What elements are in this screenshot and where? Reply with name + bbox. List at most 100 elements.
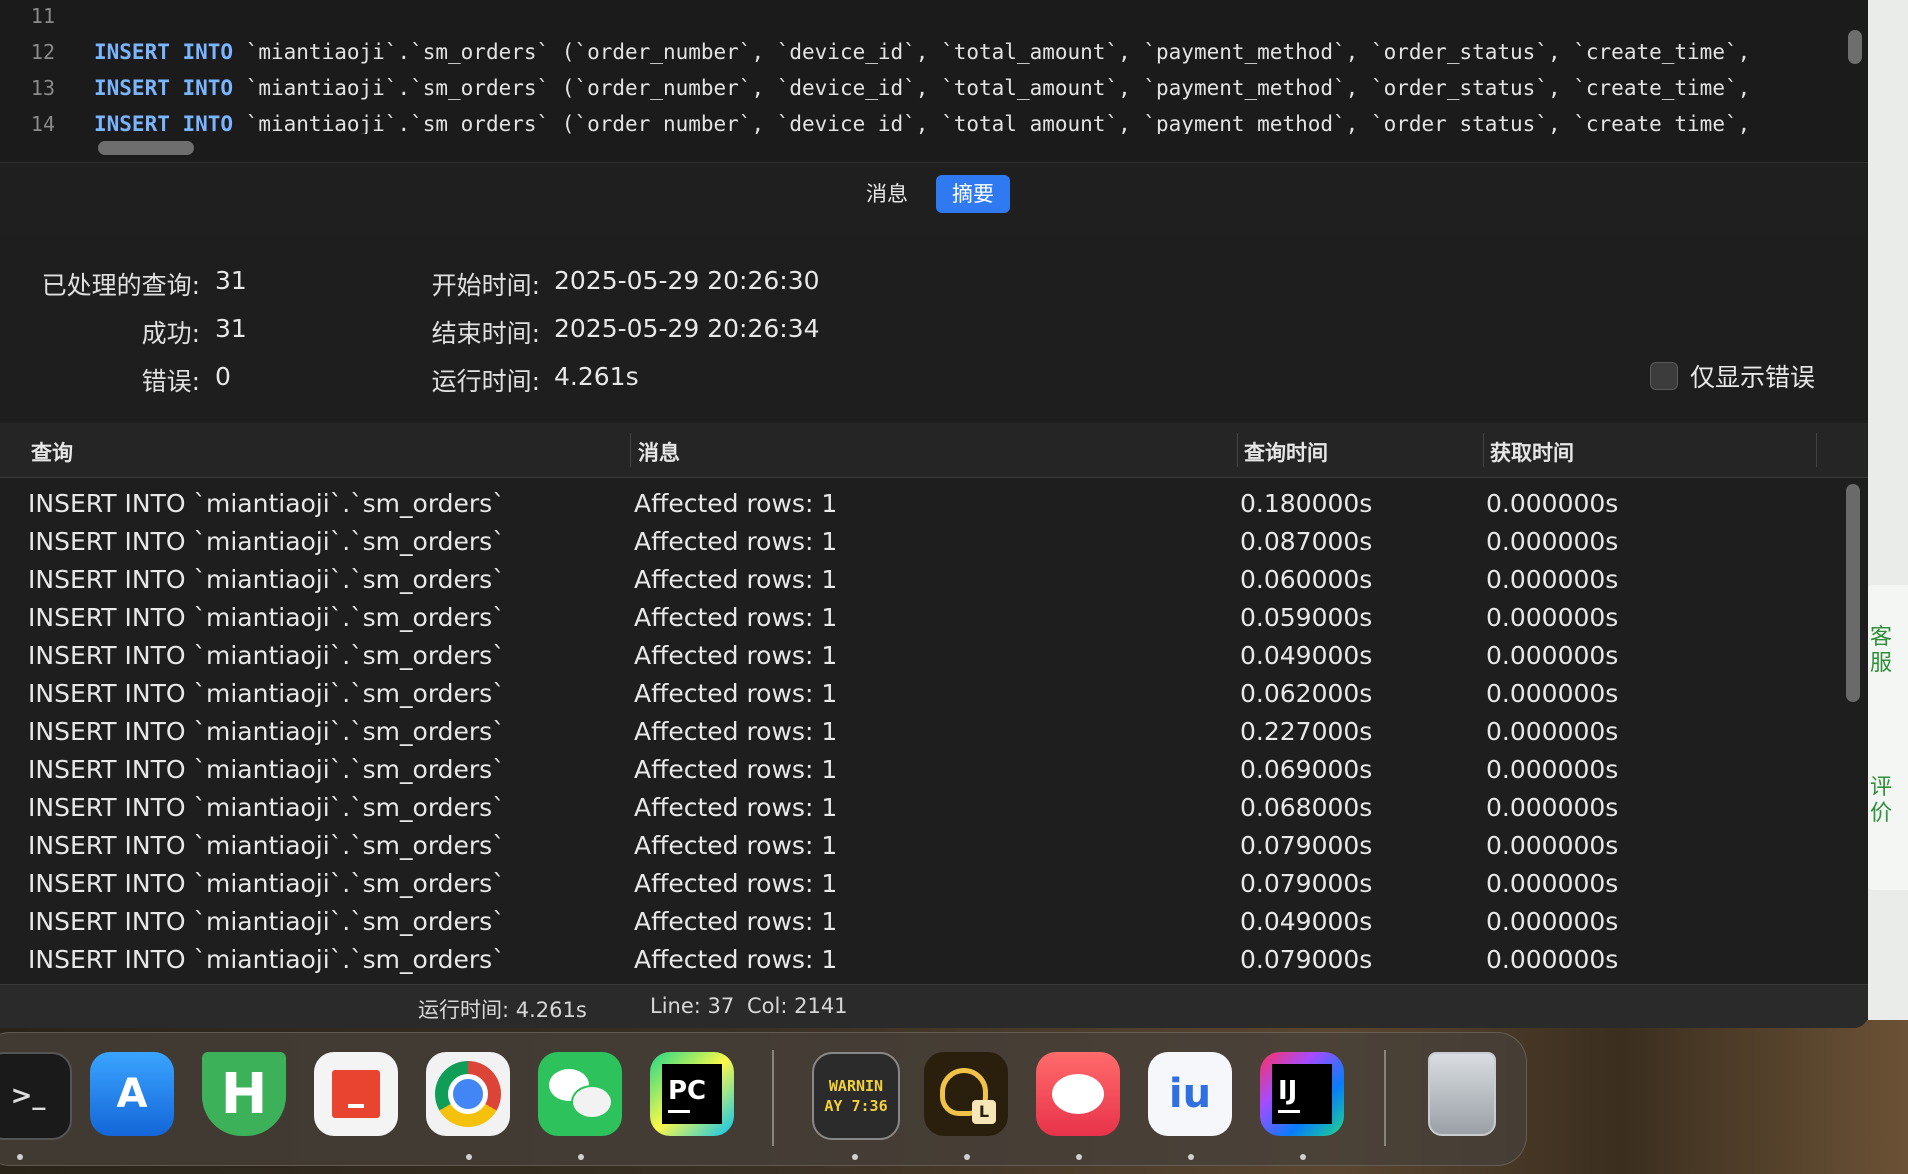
- cell-query: INSERT INTO `miantiaoji`.`sm_orders`: [28, 717, 505, 746]
- hbuilder-icon[interactable]: H: [202, 1052, 286, 1136]
- column-header-query-time[interactable]: 查询时间: [1244, 437, 1328, 467]
- sql-keyword: INSERT INTO: [94, 76, 234, 100]
- cell-query: INSERT INTO `miantiaoji`.`sm_orders`: [28, 565, 505, 594]
- todo-app-mark: [348, 1104, 364, 1108]
- console-glyph: WARNIN AY 7:36: [824, 1077, 888, 1115]
- chrome-icon[interactable]: [426, 1052, 510, 1136]
- cell-query-time: 0.227000s: [1240, 717, 1373, 746]
- cell-query-time: 0.059000s: [1240, 603, 1373, 632]
- code-line[interactable]: INSERT INTO `miantiaoji`.`sm_orders` (`o…: [94, 40, 1750, 64]
- trash-icon[interactable]: [1420, 1052, 1504, 1136]
- end-time-value: 2025-05-29 20:26:34: [554, 314, 820, 343]
- column-divider[interactable]: [1816, 433, 1817, 467]
- column-header-query[interactable]: 查询: [31, 437, 73, 467]
- table-row[interactable]: INSERT INTO `miantiaoji`.`sm_orders` Affe…: [0, 752, 1836, 790]
- cell-query-time: 0.060000s: [1240, 565, 1373, 594]
- dock-separator: [772, 1050, 774, 1146]
- table-row[interactable]: INSERT INTO `miantiaoji`.`sm_orders` Affe…: [0, 828, 1836, 866]
- review-label[interactable]: 评价: [1870, 775, 1900, 827]
- success-value: 31: [215, 314, 247, 343]
- table-row[interactable]: INSERT INTO `miantiaoji`.`sm_orders` Affe…: [0, 714, 1836, 752]
- navicat-icon[interactable]: L: [924, 1052, 1008, 1136]
- column-divider[interactable]: [1237, 433, 1238, 467]
- table-row[interactable]: INSERT INTO `miantiaoji`.`sm_orders` Affe…: [0, 790, 1836, 828]
- cell-fetch-time: 0.000000s: [1486, 603, 1619, 632]
- cell-query: INSERT INTO `miantiaoji`.`sm_orders`: [28, 679, 505, 708]
- editor-vertical-scrollbar[interactable]: [1848, 30, 1862, 64]
- table-row[interactable]: INSERT INTO `miantiaoji`.`sm_orders` Affe…: [0, 942, 1836, 980]
- terminal-icon[interactable]: >_: [0, 1052, 72, 1140]
- iu-glyph: iu: [1168, 1071, 1212, 1117]
- cell-message: Affected rows: 1: [634, 565, 838, 594]
- results-table-header: 查询 消息 查询时间 获取时间: [0, 423, 1868, 478]
- cell-query: INSERT INTO `miantiaoji`.`sm_orders`: [28, 945, 505, 974]
- table-row[interactable]: INSERT INTO `miantiaoji`.`sm_orders` Affe…: [0, 562, 1836, 600]
- cell-query-time: 0.049000s: [1240, 907, 1373, 936]
- pycharm-icon[interactable]: PC: [650, 1052, 734, 1136]
- table-row[interactable]: INSERT INTO `miantiaoji`.`sm_orders` Affe…: [0, 866, 1836, 904]
- intellij-icon[interactable]: IJ: [1260, 1052, 1344, 1136]
- column-header-fetch-time[interactable]: 获取时间: [1490, 437, 1574, 467]
- only-errors-checkbox[interactable]: [1650, 362, 1678, 390]
- tab-message[interactable]: 消息: [850, 175, 924, 213]
- table-row[interactable]: INSERT INTO `miantiaoji`.`sm_orders` Affe…: [0, 676, 1836, 714]
- cell-query: INSERT INTO `miantiaoji`.`sm_orders`: [28, 603, 505, 632]
- xcode-icon[interactable]: A: [90, 1052, 174, 1136]
- editor-horizontal-scrollbar[interactable]: [98, 141, 194, 155]
- table-row[interactable]: INSERT INTO `miantiaoji`.`sm_orders` Affe…: [0, 904, 1836, 942]
- status-runtime: 运行时间: 4.261s: [418, 998, 587, 1022]
- processed-queries-label: 已处理的查询:: [41, 271, 200, 300]
- navicat-badge: L: [972, 1100, 996, 1124]
- cell-message: Affected rows: 1: [634, 679, 838, 708]
- sql-editor[interactable]: 11 12 13 14 15 INSERT INTO `miantiaoji`.…: [0, 0, 1868, 172]
- table-row[interactable]: INSERT INTO `miantiaoji`.`sm_orders` Affe…: [0, 638, 1836, 676]
- xcode-glyph: A: [116, 1071, 148, 1117]
- cell-fetch-time: 0.000000s: [1486, 565, 1619, 594]
- cell-fetch-time: 0.000000s: [1486, 755, 1619, 784]
- status-bar: 运行时间: 4.261s Line: 37 Col: 2141: [0, 984, 1868, 1028]
- cell-query-time: 0.062000s: [1240, 679, 1373, 708]
- end-time-label: 结束时间:: [431, 319, 540, 348]
- tab-summary[interactable]: 摘要: [936, 175, 1010, 213]
- app-red-shape: [1052, 1074, 1104, 1114]
- dock-separator: [1384, 1050, 1386, 1146]
- chrome-ring: [435, 1061, 501, 1127]
- customer-service-label[interactable]: 客服: [1870, 625, 1900, 677]
- results-table-body: INSERT INTO `miantiaoji`.`sm_orders` Affe…: [0, 478, 1836, 983]
- wechat-icon[interactable]: [538, 1052, 622, 1136]
- success-label: 成功:: [141, 319, 200, 348]
- cell-message: Affected rows: 1: [634, 869, 838, 898]
- todo-app-icon[interactable]: [314, 1052, 398, 1136]
- column-header-message[interactable]: 消息: [638, 437, 680, 467]
- side-panel[interactable]: 客服 评价: [1862, 585, 1908, 890]
- cell-fetch-time: 0.000000s: [1486, 907, 1619, 936]
- only-errors-label[interactable]: 仅显示错误: [1690, 358, 1815, 394]
- code-line[interactable]: INSERT INTO `miantiaoji`.`sm_orders` (`o…: [94, 76, 1750, 100]
- app-red-icon[interactable]: [1036, 1052, 1120, 1136]
- results-vertical-scrollbar[interactable]: [1846, 484, 1860, 702]
- table-row[interactable]: INSERT INTO `miantiaoji`.`sm_orders` Affe…: [0, 486, 1836, 524]
- runtime-value: 4.261s: [554, 362, 639, 391]
- table-row[interactable]: INSERT INTO `miantiaoji`.`sm_orders` Affe…: [0, 524, 1836, 562]
- cell-message: Affected rows: 1: [634, 907, 838, 936]
- pycharm-underline: [668, 1109, 690, 1113]
- cell-query-time: 0.180000s: [1240, 489, 1373, 518]
- wechat-bubbles: [549, 1069, 613, 1119]
- status-col: Col: 2141: [747, 994, 848, 1018]
- processed-queries-value: 31: [215, 266, 247, 295]
- terminal-glyph: >_: [10, 1081, 46, 1111]
- error-label: 错误:: [141, 367, 200, 396]
- editor-scroll-track: [0, 134, 1868, 162]
- column-divider[interactable]: [630, 433, 631, 467]
- cell-fetch-time: 0.000000s: [1486, 679, 1619, 708]
- console-icon[interactable]: WARNIN AY 7:36: [812, 1052, 900, 1140]
- cell-message: Affected rows: 1: [634, 527, 838, 556]
- column-divider[interactable]: [1483, 433, 1484, 467]
- code-line[interactable]: INSERT INTO `miantiaoji`.`sm_orders` (`o…: [94, 112, 1750, 136]
- cell-fetch-time: 0.000000s: [1486, 527, 1619, 556]
- line-number: 11: [30, 4, 55, 28]
- cell-fetch-time: 0.000000s: [1486, 489, 1619, 518]
- iu-icon[interactable]: iu: [1148, 1052, 1232, 1136]
- table-row[interactable]: INSERT INTO `miantiaoji`.`sm_orders` Affe…: [0, 600, 1836, 638]
- running-indicator: [578, 1154, 584, 1160]
